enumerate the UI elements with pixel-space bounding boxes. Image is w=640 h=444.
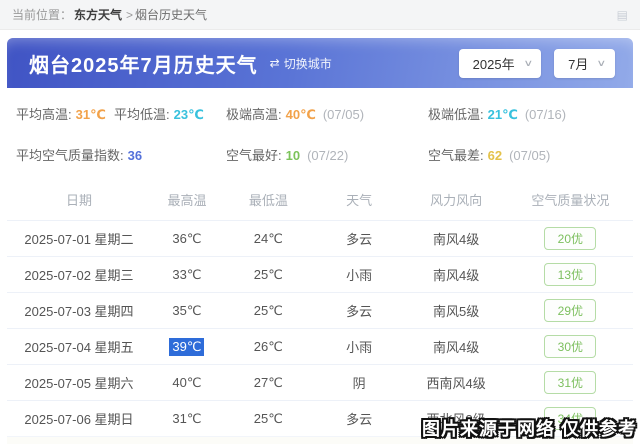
cell-high-temp: 35℃ bbox=[151, 302, 223, 320]
cell-date: 2025-07-01 星期二 bbox=[7, 228, 151, 249]
stat-avg-aqi-value: 36 bbox=[128, 148, 142, 163]
page-title: 烟台2025年7月历史天气 bbox=[29, 49, 258, 78]
cell-weather: 多云 bbox=[314, 228, 405, 249]
watermark-text: 图片来源于网络 仅供参考 bbox=[422, 415, 637, 441]
cell-wind: 南风5级 bbox=[404, 300, 507, 321]
cell-high-temp: 39℃ bbox=[151, 338, 223, 356]
table-body: 2025-07-01 星期二 36℃ 24℃ 多云 南风4级 20优 2025-… bbox=[7, 220, 633, 436]
cell-date: 2025-07-03 星期四 bbox=[7, 300, 151, 321]
col-header-weather: 天气 bbox=[314, 190, 405, 209]
cell-aqi: 20优 bbox=[508, 227, 633, 250]
content-card: 烟台2025年7月历史天气 ⇄ 切换城市 2025年 ∨ 7月 ∨ 平均高温:3… bbox=[7, 38, 633, 444]
stat-extreme-low-date: (07/16) bbox=[525, 107, 566, 122]
stat-worst-air-date: (07/05) bbox=[509, 148, 550, 163]
stat-best-air: 空气最好:10(07/22) bbox=[226, 145, 428, 164]
cell-low-temp: 27℃ bbox=[223, 374, 314, 392]
stat-extreme-low: 极端低温:21℃(07/16) bbox=[428, 104, 624, 123]
cell-high-temp: 40℃ bbox=[151, 374, 223, 392]
table-row: 2025-07-01 星期二 36℃ 24℃ 多云 南风4级 20优 bbox=[7, 220, 633, 256]
cell-low-temp: 26℃ bbox=[223, 338, 314, 356]
cell-date: 2025-07-04 星期五 bbox=[7, 336, 151, 357]
col-header-high: 最高温 bbox=[151, 190, 223, 209]
aqi-badge: 31优 bbox=[544, 371, 596, 394]
stat-avg-aqi: 平均空气质量指数:36 bbox=[16, 145, 226, 164]
breadcrumb-label: 当前位置： bbox=[12, 6, 72, 23]
stat-worst-air: 空气最差:62(07/05) bbox=[428, 145, 624, 164]
col-header-date: 日期 bbox=[7, 190, 151, 209]
col-header-low: 最低温 bbox=[223, 190, 314, 209]
cell-low-temp: 25℃ bbox=[223, 302, 314, 320]
cell-aqi: 30优 bbox=[508, 335, 633, 358]
stat-extreme-high-date: (07/05) bbox=[323, 107, 364, 122]
stat-best-air-value: 10 bbox=[286, 148, 300, 163]
corner-menu-icon: ▤ bbox=[617, 8, 628, 22]
page-header: 烟台2025年7月历史天气 ⇄ 切换城市 2025年 ∨ 7月 ∨ bbox=[7, 38, 633, 88]
cell-weather: 阴 bbox=[314, 372, 405, 393]
aqi-badge: 29优 bbox=[544, 299, 596, 322]
cell-low-temp: 25℃ bbox=[223, 266, 314, 284]
cell-weather: 多云 bbox=[314, 408, 405, 429]
cell-low-temp: 25℃ bbox=[223, 410, 314, 428]
table-row: 2025-07-04 星期五 39℃ 26℃ 小雨 南风4级 30优 bbox=[7, 328, 633, 364]
cell-high-temp: 31℃ bbox=[151, 410, 223, 428]
cell-low-temp: 24℃ bbox=[223, 230, 314, 248]
col-header-aqi: 空气质量状况 bbox=[508, 190, 633, 209]
month-select-value: 7月 bbox=[568, 54, 588, 73]
breadcrumb-separator: > bbox=[126, 8, 133, 22]
stats-panel: 平均高温:31℃ 平均低温:23℃ 极端高温:40℃(07/05) 极端低温:2… bbox=[7, 88, 633, 174]
stat-worst-air-value: 62 bbox=[488, 148, 502, 163]
stat-avg-low-value: 23℃ bbox=[174, 107, 204, 122]
cell-high-temp: 36℃ bbox=[151, 230, 223, 248]
table-row: 2025-07-05 星期六 40℃ 27℃ 阴 西南风4级 31优 bbox=[7, 364, 633, 400]
aqi-badge: 13优 bbox=[544, 263, 596, 286]
cell-weather: 小雨 bbox=[314, 336, 405, 357]
stat-avg-high: 平均高温:31℃ bbox=[16, 104, 114, 123]
cell-high-temp: 33℃ bbox=[151, 266, 223, 284]
stat-avg-high-value: 31℃ bbox=[76, 107, 106, 122]
table-row: 2025-07-02 星期三 33℃ 25℃ 小雨 南风4级 13优 bbox=[7, 256, 633, 292]
cell-weather: 小雨 bbox=[314, 264, 405, 285]
aqi-badge: 30优 bbox=[544, 335, 596, 358]
cell-wind: 南风4级 bbox=[404, 264, 507, 285]
year-select[interactable]: 2025年 ∨ bbox=[459, 49, 542, 78]
switch-city-button[interactable]: ⇄ 切换城市 bbox=[270, 55, 332, 72]
swap-arrows-icon: ⇄ bbox=[270, 56, 280, 70]
aqi-badge: 20优 bbox=[544, 227, 596, 250]
month-select[interactable]: 7月 ∨ bbox=[554, 49, 615, 78]
breadcrumb: 当前位置： 东方天气 > 烟台历史天气 ▤ bbox=[0, 0, 640, 30]
cell-aqi: 13优 bbox=[508, 263, 633, 286]
cell-date: 2025-07-06 星期日 bbox=[7, 408, 151, 429]
cell-aqi: 29优 bbox=[508, 299, 633, 322]
stat-avg-low: 平均低温:23℃ bbox=[114, 104, 226, 123]
chevron-down-icon: ∨ bbox=[597, 58, 607, 69]
switch-city-label: 切换城市 bbox=[284, 55, 332, 72]
year-select-value: 2025年 bbox=[473, 54, 515, 73]
chevron-down-icon: ∨ bbox=[523, 58, 533, 69]
weather-table: 日期 最高温 最低温 天气 风力风向 空气质量状况 2025-07-01 星期二… bbox=[7, 178, 633, 444]
col-header-wind: 风力风向 bbox=[404, 190, 507, 209]
cell-weather: 多云 bbox=[314, 300, 405, 321]
stat-best-air-date: (07/22) bbox=[307, 148, 348, 163]
cell-wind: 南风4级 bbox=[404, 228, 507, 249]
stat-extreme-high-value: 40℃ bbox=[286, 107, 316, 122]
stat-extreme-low-value: 21℃ bbox=[488, 107, 518, 122]
cell-wind: 南风4级 bbox=[404, 336, 507, 357]
stat-extreme-high: 极端高温:40℃(07/05) bbox=[226, 104, 428, 123]
cell-date: 2025-07-02 星期三 bbox=[7, 264, 151, 285]
table-row: 2025-07-03 星期四 35℃ 25℃ 多云 南风5级 29优 bbox=[7, 292, 633, 328]
cell-wind: 西南风4级 bbox=[404, 372, 507, 393]
cell-date: 2025-07-05 星期六 bbox=[7, 372, 151, 393]
table-header-row: 日期 最高温 最低温 天气 风力风向 空气质量状况 bbox=[7, 178, 633, 220]
breadcrumb-link-site[interactable]: 东方天气 bbox=[74, 6, 122, 23]
breadcrumb-link-page[interactable]: 烟台历史天气 bbox=[135, 6, 207, 23]
cell-aqi: 31优 bbox=[508, 371, 633, 394]
